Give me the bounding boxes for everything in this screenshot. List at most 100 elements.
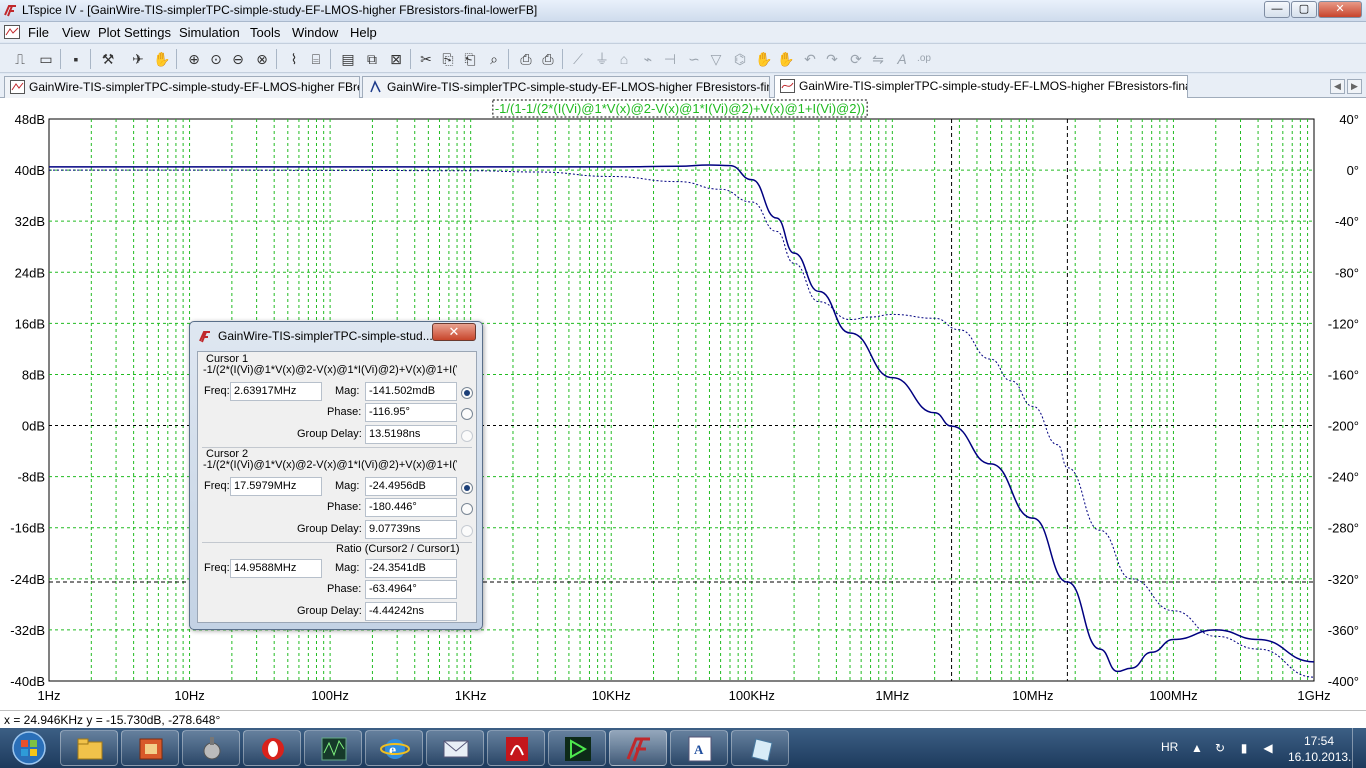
x-axis-tick-label: 1MHz — [875, 688, 909, 703]
cursor1-phase-radio[interactable] — [461, 408, 473, 420]
tile-horizontal-icon[interactable]: ▤ — [338, 49, 358, 69]
sync-icon[interactable]: ↻ — [1213, 741, 1227, 755]
ratio-mag-field[interactable]: -24.3541dB — [365, 559, 457, 578]
menu-simulation[interactable]: Simulation — [179, 25, 240, 40]
left-axis-tick-label: 48dB — [15, 112, 45, 127]
tab-netlist[interactable]: GainWire-TIS-simplerTPC-simple-study-EF-… — [362, 76, 770, 98]
cursor-readout-dialog[interactable]: GainWire-TIS-simplerTPC-simple-stud... ✕… — [189, 321, 483, 630]
right-axis-tick-label: -120° — [1328, 316, 1359, 331]
menu-tools[interactable]: Tools — [250, 25, 280, 40]
print-preview-icon[interactable]: ⎙ — [516, 49, 536, 69]
clock-date[interactable]: 16.10.2013. — [1288, 750, 1351, 764]
tab-waveform[interactable]: GainWire-TIS-simplerTPC-simple-study-EF-… — [774, 75, 1188, 98]
window-title-bar[interactable]: LTspice IV - [GainWire-TIS-simplerTPC-si… — [0, 0, 1366, 22]
cursor1-freq-field[interactable]: 2.63917MHz — [230, 382, 322, 401]
tab-schematic[interactable]: GainWire-TIS-simplerTPC-simple-study-EF-… — [4, 76, 360, 98]
cursor1-group-delay-radio[interactable] — [461, 430, 473, 442]
left-axis-tick-label: 16dB — [15, 316, 45, 331]
halt-icon[interactable]: ✋ — [152, 49, 172, 69]
diode-icon: ▽ — [710, 51, 722, 67]
save-icon[interactable]: ▪ — [66, 49, 86, 69]
cursor2-mag-radio[interactable] — [461, 482, 473, 494]
dialog-close-button[interactable]: ✕ — [432, 323, 476, 341]
taskbar-app-2[interactable] — [121, 730, 179, 766]
menu-view[interactable]: View — [62, 25, 90, 40]
taskbar-notes[interactable] — [731, 730, 789, 766]
zoom-cancel-icon[interactable]: ⊗ — [252, 49, 272, 69]
cursor2-freq-field[interactable]: 17.5979MHz — [230, 477, 322, 496]
cursor1-mag-field[interactable]: -141.502mdB — [365, 382, 457, 401]
cut-icon[interactable]: ✂ — [416, 49, 436, 69]
cursor2-freq-label: Freq: — [204, 480, 230, 492]
pan-icon[interactable]: ⌸ — [306, 49, 326, 69]
minimize-button[interactable]: — — [1264, 1, 1290, 18]
taskbar-ltspice[interactable] — [609, 730, 667, 766]
taskbar-wordpad[interactable]: A — [670, 730, 728, 766]
taskbar-mail[interactable] — [426, 730, 484, 766]
run-icon[interactable]: ✈ — [128, 49, 148, 69]
clock-time[interactable]: 17:54 — [1304, 734, 1334, 748]
taskbar-simulator[interactable] — [548, 730, 606, 766]
autorange-icon[interactable]: ⌇ — [284, 49, 304, 69]
ratio-freq-field[interactable]: 14.9588MHz — [230, 559, 322, 578]
control-panel-icon[interactable]: ⚒ — [98, 49, 118, 69]
toolbar-separator — [410, 49, 411, 69]
menu-plot-settings[interactable]: Plot Settings — [98, 25, 171, 40]
cascade-icon[interactable]: ⧉ — [362, 49, 382, 69]
cursor2-group-delay-field[interactable]: 9.07739ns — [365, 520, 457, 539]
cursor2-group-delay-radio[interactable] — [461, 525, 473, 537]
show-hidden-icons-icon[interactable]: ▲ — [1190, 741, 1204, 755]
close-all-icon[interactable]: ⊠ — [386, 49, 406, 69]
taskbar-explorer[interactable] — [60, 730, 118, 766]
windows-start-button[interactable] — [4, 729, 54, 767]
taskbar-opera[interactable] — [243, 730, 301, 766]
ratio-phase-field[interactable]: -63.4964° — [365, 580, 457, 599]
close-button[interactable]: ✕ — [1318, 1, 1362, 18]
adobe-reader-icon — [506, 737, 528, 761]
menu-file[interactable]: File — [28, 25, 49, 40]
zoom-out-icon[interactable]: ⊖ — [228, 49, 248, 69]
cursor2-mag-label: Mag: — [335, 480, 360, 492]
maximize-button[interactable]: ▢ — [1291, 1, 1317, 18]
cursor2-phase-field[interactable]: -180.446° — [365, 498, 457, 517]
ltspice-logo-icon — [199, 331, 210, 343]
network-icon[interactable]: ▮ — [1237, 741, 1251, 755]
cursor1-mag-radio[interactable] — [461, 387, 473, 399]
drag-icon: ✋ — [777, 51, 795, 67]
open-icon[interactable]: ▭ — [36, 49, 56, 69]
document-icon[interactable] — [4, 25, 20, 39]
ratio-freq-label: Freq: — [204, 562, 230, 574]
show-desktop-button[interactable] — [1352, 728, 1366, 768]
text-icon: A — [897, 51, 907, 67]
ratio-group-delay-field[interactable]: -4.44242ns — [365, 602, 457, 621]
cursor2-phase-radio[interactable] — [461, 503, 473, 515]
cursor1-group-delay-field[interactable]: 13.5198ns — [365, 425, 457, 444]
print-icon[interactable]: ⎙ — [538, 49, 558, 69]
x-axis-tick-label: 1Hz — [37, 688, 60, 703]
copy-icon[interactable]: ⎘ — [438, 49, 458, 69]
taskbar-ie[interactable]: e — [365, 730, 423, 766]
tab-scroll-left-icon[interactable]: ◀ — [1330, 79, 1345, 94]
tab-scroll-right-icon[interactable]: ▶ — [1347, 79, 1362, 94]
paste-icon[interactable]: ⎗ — [460, 49, 480, 69]
menu-help[interactable]: Help — [350, 25, 377, 40]
zoom-in-icon[interactable]: ⊕ — [184, 49, 204, 69]
volume-icon[interactable]: ◀ — [1261, 741, 1275, 755]
left-axis-tick-label: 0dB — [22, 419, 45, 434]
cursor-position-readout: x = 24.946KHz y = -15.730dB, -278.648° — [4, 713, 221, 727]
find-icon[interactable]: ⌕ — [484, 49, 504, 69]
taskbar-app-3[interactable] — [182, 730, 240, 766]
ratio-phase-label: Phase: — [327, 583, 362, 595]
netlist-icon — [370, 80, 381, 93]
taskbar-adobe[interactable] — [487, 730, 545, 766]
taskbar-scope[interactable] — [304, 730, 362, 766]
cursor1-phase-field[interactable]: -116.95° — [365, 403, 457, 422]
mail-icon — [443, 740, 469, 758]
zoom-fit-icon[interactable]: ⊙ — [206, 49, 226, 69]
toolbar-separator — [276, 49, 277, 69]
cursor2-mag-field[interactable]: -24.4956dB — [365, 477, 457, 496]
menu-window[interactable]: Window — [292, 25, 338, 40]
language-indicator[interactable]: HR — [1161, 740, 1178, 754]
schematic-icon[interactable]: ⎍ — [10, 49, 30, 69]
toolbar-separator — [330, 49, 331, 69]
